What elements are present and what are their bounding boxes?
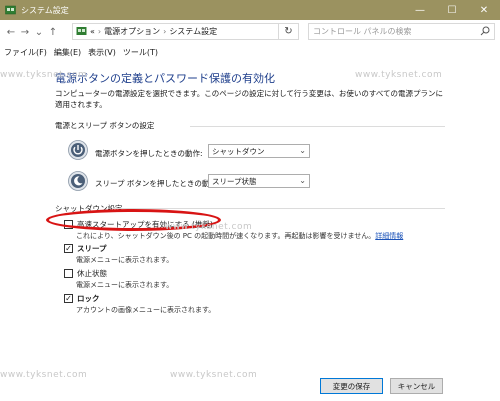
hibernate-checkbox[interactable] — [64, 269, 73, 278]
cancel-button[interactable]: キャンセル — [390, 378, 443, 394]
lock-description: アカウントの画像メニューに表示されます。 — [76, 306, 216, 314]
lock-checkbox[interactable]: ✓ — [64, 294, 73, 303]
close-button[interactable]: ✕ — [468, 0, 500, 20]
minimize-button[interactable]: — — [404, 0, 436, 20]
breadcrumb-system-settings[interactable]: システム設定 — [169, 26, 217, 37]
up-button[interactable]: ↑ — [46, 23, 60, 41]
control-panel-icon — [76, 27, 87, 35]
power-button-icon — [68, 140, 88, 160]
power-button-action-value: シャットダウン — [212, 146, 265, 156]
watermark: www.tyksnet.com — [0, 370, 88, 380]
menu-tools[interactable]: ツール(T) — [123, 47, 158, 58]
search-placeholder: コントロール パネルの検索 — [313, 27, 412, 36]
breadcrumb-power-options[interactable]: 電源オプション — [104, 26, 160, 37]
breadcrumb-overflow[interactable]: « — [90, 27, 95, 36]
sleep-button-action-select[interactable]: スリープ状態 ⌄ — [208, 174, 310, 188]
window-controls: — ☐ ✕ — [404, 0, 500, 20]
save-changes-button[interactable]: 変更の保存 — [320, 378, 383, 394]
fast-startup-description: これにより、シャットダウン後の PC の起動時間が速くなります。再起動は影響を受… — [76, 232, 404, 240]
recent-locations-button[interactable]: ⌄ — [32, 23, 46, 41]
power-button-action-select[interactable]: シャットダウン ⌄ — [208, 144, 310, 158]
control-panel-icon — [5, 5, 16, 14]
search-icon — [480, 26, 490, 36]
section-divider — [190, 126, 445, 127]
power-button-label: 電源ボタンを押したときの動作: — [95, 149, 203, 158]
power-buttons-section-header: 電源とスリープ ボタンの設定 — [55, 121, 155, 130]
navigation-bar: ← → ⌄ ↑ « › 電源オプション › システム設定 ↻ コントロール パネ… — [0, 20, 500, 44]
page-title: 電源ボタンの定義とパスワード保護の有効化 — [55, 72, 275, 85]
lock-option[interactable]: ✓ ロック — [64, 293, 100, 304]
learn-more-link[interactable]: 詳細情報 — [375, 232, 403, 240]
chevron-down-icon: ⌄ — [299, 146, 306, 155]
maximize-button[interactable]: ☐ — [436, 0, 468, 20]
watermark: www.tyksnet.com — [170, 370, 258, 380]
window-title: システム設定 — [21, 5, 69, 15]
sleep-option[interactable]: ✓ スリープ — [64, 243, 107, 254]
hibernate-option[interactable]: 休止状態 — [64, 268, 107, 279]
hibernate-description: 電源メニューに表示されます。 — [76, 281, 174, 289]
sleep-description: 電源メニューに表示されます。 — [76, 256, 174, 264]
page-description: コンピューターの電源設定を選択できます。このページの設定に対して行う変更は、お使… — [55, 89, 444, 109]
watermark: www.tyksnet.com — [0, 70, 88, 80]
menu-view[interactable]: 表示(V) — [88, 47, 116, 58]
back-button[interactable]: ← — [4, 23, 18, 41]
hibernate-label: 休止状態 — [77, 269, 107, 278]
title-bar: システム設定 — ☐ ✕ — [0, 0, 500, 20]
chevron-right-icon: › — [97, 27, 102, 36]
forward-button[interactable]: → — [18, 23, 32, 41]
watermark: www.tyksnet.com — [355, 70, 443, 80]
menu-bar: ファイル(F) 編集(E) 表示(V) ツール(T) — [0, 44, 500, 60]
lock-label: ロック — [77, 294, 100, 303]
sleep-button-action-value: スリープ状態 — [212, 176, 257, 186]
chevron-right-icon: › — [163, 27, 167, 36]
refresh-button[interactable]: ↻ — [279, 23, 299, 40]
watermark: www.tyksnet.com — [165, 222, 253, 232]
sleep-checkbox[interactable]: ✓ — [64, 244, 73, 253]
sleep-label: スリープ — [77, 244, 107, 253]
search-input[interactable]: コントロール パネルの検索 — [308, 23, 495, 40]
chevron-down-icon: ⌄ — [299, 176, 306, 185]
sleep-button-label: スリープ ボタンを押したときの動作: — [95, 179, 220, 188]
address-bar[interactable]: « › 電源オプション › システム設定 — [72, 23, 279, 40]
menu-file[interactable]: ファイル(F) — [4, 47, 47, 58]
sleep-button-icon — [68, 171, 88, 191]
menu-edit[interactable]: 編集(E) — [54, 47, 81, 58]
